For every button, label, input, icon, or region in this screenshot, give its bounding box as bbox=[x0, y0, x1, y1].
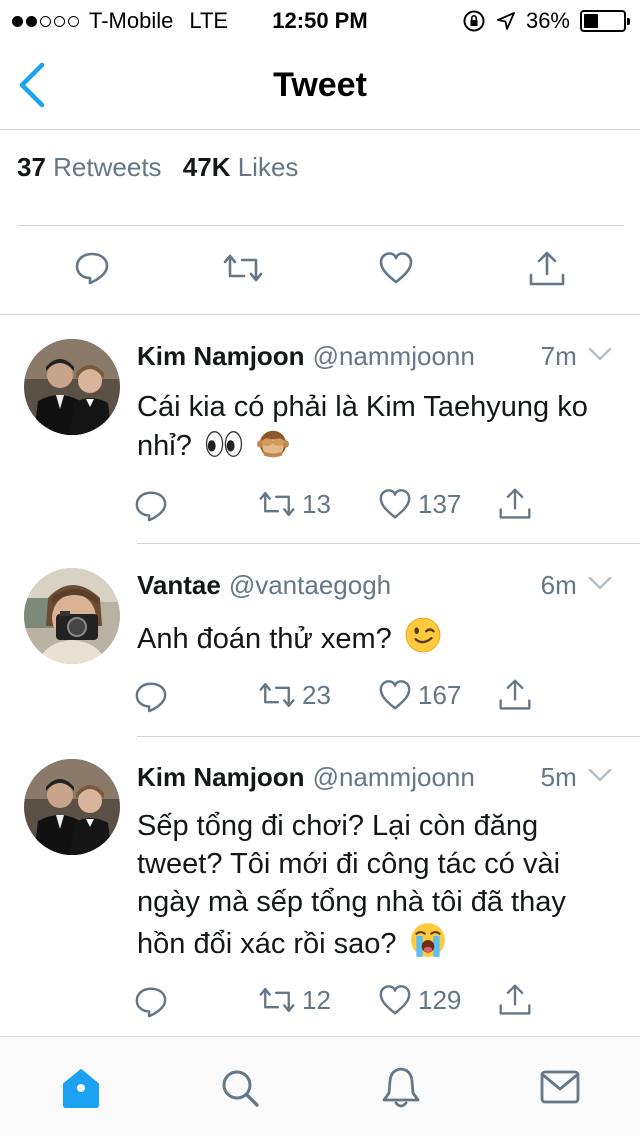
like-button[interactable]: 167 bbox=[378, 678, 461, 712]
like-count: 137 bbox=[418, 488, 462, 519]
see-no-evil-monkey-emoji bbox=[256, 430, 290, 458]
battery-icon bbox=[580, 10, 630, 32]
user-handle[interactable]: @nammjoonn bbox=[313, 341, 475, 371]
winking-face-emoji bbox=[405, 617, 441, 653]
reply-icon[interactable] bbox=[134, 680, 168, 714]
avatar[interactable] bbox=[24, 339, 120, 435]
like-button[interactable]: 137 bbox=[378, 487, 461, 521]
share-icon[interactable] bbox=[498, 983, 532, 1017]
share-icon[interactable] bbox=[498, 678, 532, 712]
heart-icon[interactable] bbox=[378, 250, 414, 286]
tweet-text-content: Sếp tổng đi chơi? Lại còn đăng tweet? Tô… bbox=[137, 810, 566, 960]
orientation-lock-icon bbox=[463, 10, 485, 32]
heart-icon bbox=[379, 680, 411, 710]
tweet-time: 7m bbox=[541, 341, 612, 372]
tweet-text: Sếp tổng đi chơi? Lại còn đăng tweet? Tô… bbox=[137, 807, 620, 963]
chevron-down-icon[interactable] bbox=[588, 768, 612, 784]
tweet-text: Anh đoán thử xem? bbox=[137, 616, 620, 659]
avatar[interactable] bbox=[24, 568, 120, 664]
user-name[interactable]: Kim Namjoon bbox=[137, 762, 305, 792]
navigation-bar: Tweet bbox=[0, 40, 640, 130]
retweet-icon bbox=[259, 987, 295, 1013]
time-label: 6m bbox=[540, 570, 577, 600]
retweet-button[interactable]: 12 bbox=[258, 983, 331, 1017]
share-icon[interactable] bbox=[498, 487, 532, 521]
tweet-header: Kim Namjoon @nammjoonn 7m bbox=[137, 341, 612, 372]
tweet-header: Vantae @vantaegogh 6m bbox=[137, 570, 612, 601]
tweet-text: Cái kia có phải là Kim Taehyung ko nhỉ? bbox=[137, 388, 620, 466]
search-icon[interactable] bbox=[219, 1067, 261, 1109]
heart-icon bbox=[379, 985, 411, 1015]
retweet-count: 23 bbox=[302, 679, 331, 710]
share-icon[interactable] bbox=[528, 250, 566, 288]
retweet-icon bbox=[259, 682, 295, 708]
time-label: 5m bbox=[540, 762, 577, 792]
reply-icon[interactable] bbox=[134, 489, 168, 523]
tweet-header: Kim Namjoon @nammjoonn 5m bbox=[137, 762, 612, 793]
messages-icon[interactable] bbox=[540, 1069, 580, 1105]
heart-icon bbox=[379, 489, 411, 519]
eyes-emoji bbox=[205, 431, 243, 457]
user-name[interactable]: Vantae bbox=[137, 570, 221, 600]
page-title: Tweet bbox=[273, 66, 367, 104]
user-handle[interactable]: @nammjoonn bbox=[313, 762, 475, 792]
reply-tweet[interactable]: Kim Namjoon @nammjoonn 5m Sếp tổng đi chơ… bbox=[0, 737, 640, 1036]
retweet-icon[interactable] bbox=[222, 250, 264, 286]
retweet-button[interactable]: 13 bbox=[258, 487, 331, 521]
likes-label[interactable]: Likes bbox=[238, 152, 299, 182]
notifications-icon[interactable] bbox=[381, 1065, 421, 1111]
retweets-count[interactable]: 37 bbox=[17, 152, 46, 182]
retweet-count: 13 bbox=[302, 488, 331, 519]
home-icon[interactable] bbox=[60, 1067, 102, 1109]
tweet-stats: 37 Retweets 47K Likes bbox=[17, 152, 312, 183]
like-button[interactable]: 129 bbox=[378, 983, 461, 1017]
tweet-actions bbox=[0, 226, 640, 314]
chevron-down-icon[interactable] bbox=[588, 347, 612, 363]
reply-icon[interactable] bbox=[74, 250, 110, 286]
tab-bar bbox=[0, 1036, 640, 1136]
avatar[interactable] bbox=[24, 759, 120, 855]
battery-percent: 36% bbox=[525, 8, 570, 33]
reply-tweet[interactable]: Kim Namjoon @nammjoonn 7m Cái kia có phải… bbox=[0, 315, 640, 544]
user-handle[interactable]: @vantaegogh bbox=[229, 570, 391, 600]
time-label: 7m bbox=[540, 341, 577, 371]
tweet-actions: 13 137 bbox=[0, 487, 640, 527]
tweet-time: 6m bbox=[541, 570, 612, 601]
status-right: 36% bbox=[462, 8, 630, 34]
status-bar: T-Mobile LTE 12:50 PM 36% bbox=[0, 0, 640, 40]
user-name[interactable]: Kim Namjoon bbox=[137, 341, 305, 371]
retweet-icon bbox=[259, 491, 295, 517]
chevron-down-icon[interactable] bbox=[588, 576, 612, 592]
reply-icon[interactable] bbox=[134, 985, 168, 1019]
retweet-button[interactable]: 23 bbox=[258, 678, 331, 712]
tweet-actions: 12 129 bbox=[0, 983, 640, 1023]
like-count: 129 bbox=[418, 984, 462, 1015]
like-count: 167 bbox=[418, 679, 462, 710]
location-icon bbox=[497, 12, 515, 30]
retweet-count: 12 bbox=[302, 984, 331, 1015]
loudly-crying-face-emoji bbox=[410, 923, 445, 957]
retweets-label[interactable]: Retweets bbox=[53, 152, 161, 182]
reply-tweet[interactable]: Vantae @vantaegogh 6m Anh đoán thử xem? 2… bbox=[0, 544, 640, 737]
tweet-text-content: Anh đoán thử xem? bbox=[137, 623, 392, 655]
tweet-actions: 23 167 bbox=[0, 678, 640, 718]
tweet-time: 5m bbox=[541, 762, 612, 793]
likes-count[interactable]: 47K bbox=[183, 152, 231, 182]
